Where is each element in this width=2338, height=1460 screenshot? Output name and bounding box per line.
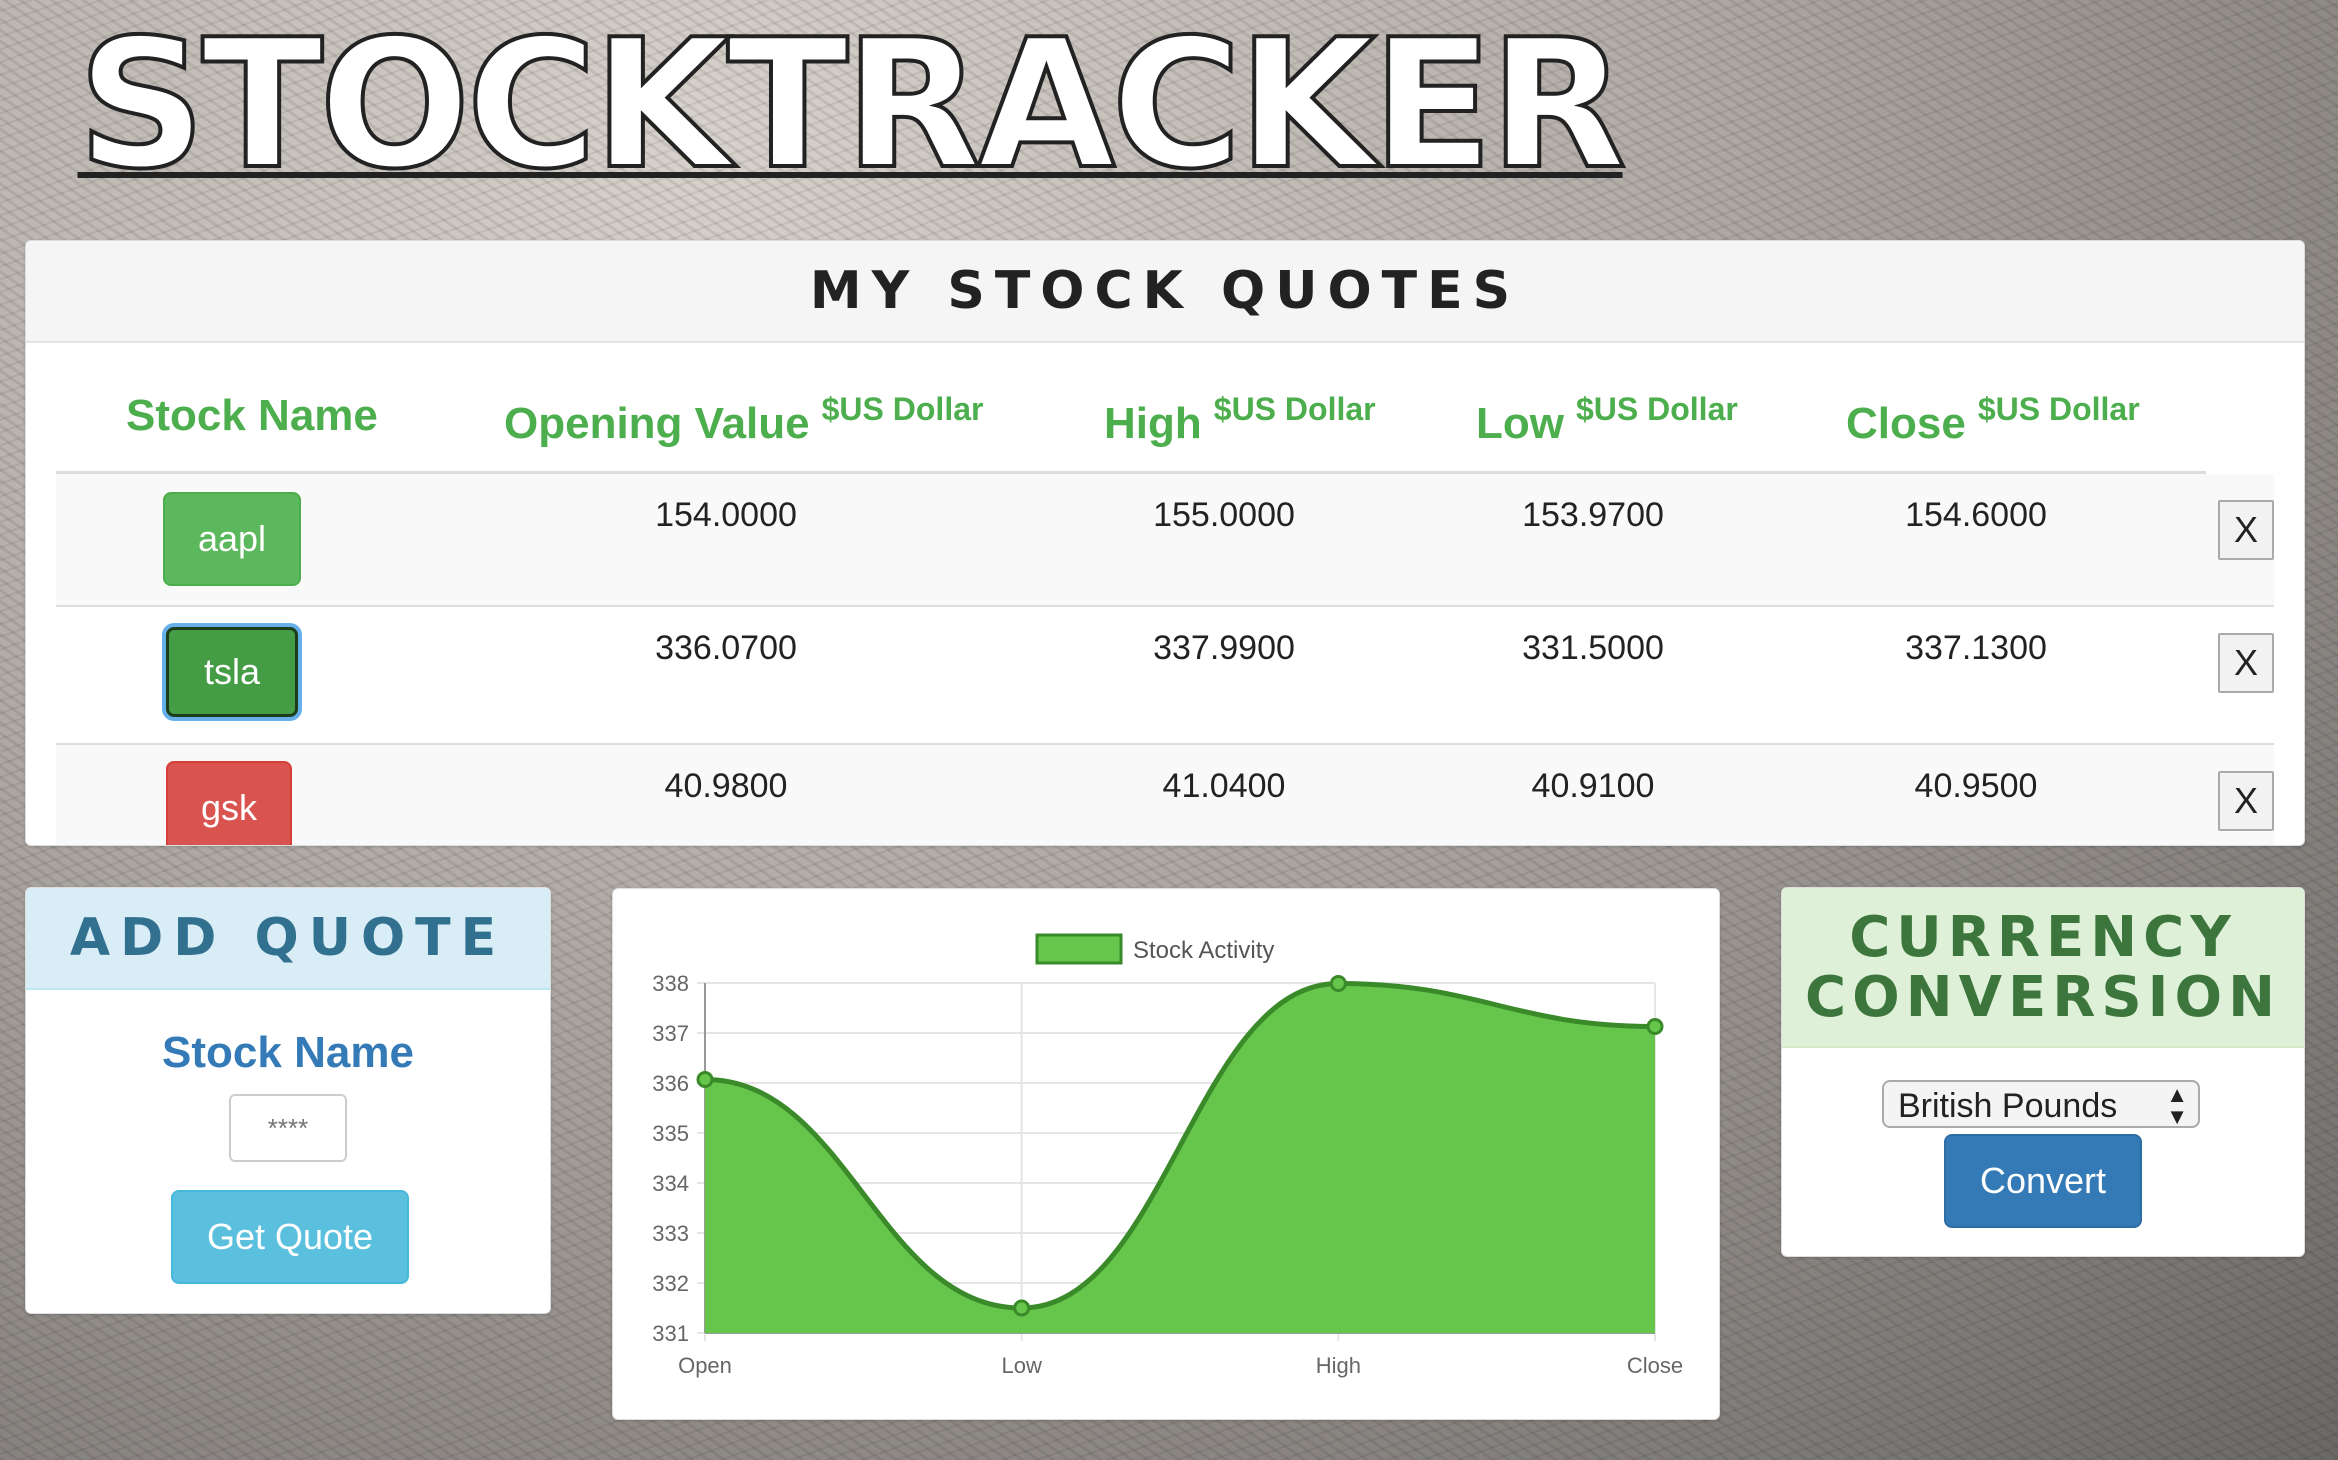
- high-value: 41.0400: [1162, 767, 1286, 805]
- col-stock-name: Stock Name: [126, 391, 378, 440]
- quotes-panel: MY STOCK QUOTES Stock Name Opening Value…: [25, 240, 2305, 846]
- currency-selected-value: British Pounds: [1898, 1087, 2118, 1125]
- y-tick-label: 338: [652, 971, 689, 996]
- close-value: 154.6000: [1905, 496, 2047, 534]
- table-row: aapl 154.0000 155.0000 153.9700 154.6000…: [56, 474, 2274, 607]
- add-quote-panel: ADD QUOTE Stock Name Get Quote: [25, 887, 551, 1314]
- high-value: 337.9900: [1153, 629, 1295, 667]
- currency-heading-line2: CONVERSION: [1805, 965, 2281, 1030]
- low-value: 331.5000: [1522, 629, 1664, 667]
- col-close: Close $US Dollar: [1846, 391, 2140, 448]
- col-unit: $US Dollar: [1977, 391, 2140, 427]
- close-value: 337.1300: [1905, 629, 2047, 667]
- data-point: [696, 1071, 714, 1088]
- convert-button[interactable]: Convert: [1944, 1134, 2142, 1228]
- remove-button[interactable]: X: [2218, 633, 2274, 693]
- currency-heading-line1: CURRENCY: [1849, 905, 2237, 970]
- get-quote-button[interactable]: Get Quote: [171, 1190, 409, 1284]
- y-tick-label: 334: [652, 1171, 689, 1196]
- quotes-heading: MY STOCK QUOTES: [26, 241, 2304, 343]
- close-value: 40.9500: [1914, 767, 2038, 805]
- open-value: 40.9800: [664, 767, 788, 805]
- app-title: STOCKTRACKER: [76, 1, 1629, 208]
- area-fill: [705, 983, 1655, 1333]
- stock-button-aapl[interactable]: aapl: [163, 492, 301, 586]
- select-arrows-icon: ▲ ▼: [2166, 1082, 2188, 1129]
- y-tick-label: 337: [652, 1021, 689, 1046]
- col-unit: $US Dollar: [1575, 391, 1738, 427]
- high-value: 155.0000: [1153, 496, 1295, 534]
- col-unit: $US Dollar: [821, 391, 984, 427]
- y-tick-label: 336: [652, 1071, 689, 1096]
- col-high: High $US Dollar: [1104, 391, 1376, 448]
- table-row: gsk 40.9800 41.0400 40.9100 40.9500 X: [56, 745, 2274, 845]
- currency-heading: CURRENCY CONVERSION: [1782, 888, 2304, 1048]
- y-tick-label: 333: [652, 1221, 689, 1246]
- currency-select[interactable]: British Pounds ▲ ▼: [1882, 1080, 2200, 1128]
- x-tick-label: High: [1316, 1353, 1361, 1378]
- table-row: tsla 336.0700 337.9900 331.5000 337.1300…: [56, 607, 2274, 745]
- low-value: 153.9700: [1522, 496, 1664, 534]
- stock-name-input[interactable]: [229, 1094, 347, 1162]
- quotes-table-header: Stock Name Opening Value $US Dollar High $…: [56, 371, 2206, 474]
- legend-label: Stock Activity: [1133, 937, 1274, 964]
- x-tick-label: Close: [1627, 1353, 1683, 1378]
- stock-activity-chart: 331 332 333 334 335 336 337 338 Open Low High Close…: [652, 933, 1683, 1378]
- x-tick-label: Low: [1001, 1353, 1041, 1378]
- remove-button[interactable]: X: [2218, 500, 2274, 560]
- stock-name-label: Stock Name: [162, 1028, 414, 1077]
- open-value: 154.0000: [655, 496, 797, 534]
- legend-swatch: [1035, 933, 1123, 965]
- col-low: Low $US Dollar: [1476, 391, 1738, 448]
- y-tick-label: 331: [652, 1321, 689, 1346]
- currency-panel: CURRENCY CONVERSION British Pounds ▲ ▼ Co…: [1781, 887, 2305, 1257]
- low-value: 40.9100: [1531, 767, 1655, 805]
- open-value: 336.0700: [655, 629, 797, 667]
- remove-button[interactable]: X: [2218, 771, 2274, 831]
- chart-panel: 331 332 333 334 335 336 337 338 Open Low High Close…: [612, 888, 1720, 1420]
- y-tick-label: 332: [652, 1271, 689, 1296]
- col-opening-value: Opening Value $US Dollar: [504, 391, 984, 448]
- stock-button-tsla[interactable]: tsla: [166, 627, 298, 717]
- data-point: [1329, 975, 1347, 992]
- x-tick-label: Open: [678, 1353, 732, 1378]
- add-quote-heading: ADD QUOTE: [26, 888, 550, 990]
- stock-button-gsk[interactable]: gsk: [166, 761, 292, 845]
- data-point: [1646, 1018, 1664, 1035]
- data-point: [1013, 1299, 1031, 1317]
- y-tick-label: 335: [652, 1121, 689, 1146]
- col-unit: $US Dollar: [1213, 391, 1376, 427]
